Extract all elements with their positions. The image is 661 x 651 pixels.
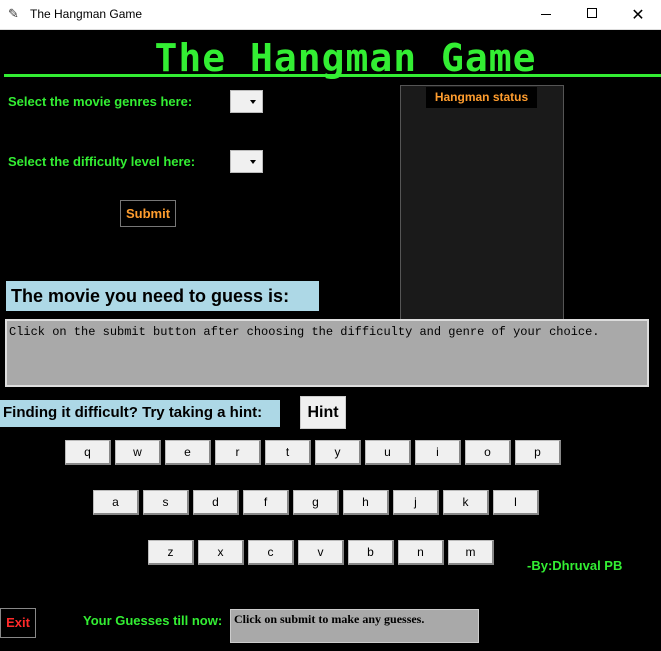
hint-button[interactable]: Hint (300, 396, 346, 429)
key-c[interactable]: c (248, 540, 294, 565)
window-title: The Hangman Game (30, 7, 143, 21)
key-f[interactable]: f (243, 490, 289, 515)
chevron-down-icon (250, 160, 256, 164)
guess-heading: The movie you need to guess is: (6, 281, 319, 311)
genre-label: Select the movie genres here: (8, 94, 193, 109)
key-e[interactable]: e (165, 440, 211, 465)
submit-button[interactable]: Submit (120, 200, 176, 227)
key-x[interactable]: x (198, 540, 244, 565)
minimize-button[interactable] (523, 0, 569, 30)
key-n[interactable]: n (398, 540, 444, 565)
author-credit: -By:Dhruval PB (527, 558, 623, 573)
maximize-icon (587, 8, 597, 18)
difficulty-label: Select the difficulty level here: (8, 154, 196, 169)
close-window-button[interactable]: ✕ (615, 0, 661, 30)
key-j[interactable]: j (393, 490, 439, 515)
key-m[interactable]: m (448, 540, 494, 565)
window-titlebar: ✎ The Hangman Game ✕ (0, 0, 661, 30)
key-k[interactable]: k (443, 490, 489, 515)
feather-icon: ✎ (8, 7, 19, 22)
key-a[interactable]: a (93, 490, 139, 515)
difficulty-dropdown[interactable] (230, 150, 263, 173)
hangman-status-panel (400, 85, 564, 351)
game-canvas: The Hangman Game Select the movie genres… (0, 30, 661, 651)
movie-display-box: Click on the submit button after choosin… (5, 319, 649, 387)
chevron-down-icon (250, 100, 256, 104)
key-y[interactable]: y (315, 440, 361, 465)
close-icon: ✕ (631, 5, 645, 24)
key-r[interactable]: r (215, 440, 261, 465)
key-s[interactable]: s (143, 490, 189, 515)
key-l[interactable]: l (493, 490, 539, 515)
key-h[interactable]: h (343, 490, 389, 515)
key-d[interactable]: d (193, 490, 239, 515)
key-p[interactable]: p (515, 440, 561, 465)
minimize-icon (541, 13, 551, 15)
hint-prompt: Finding it difficult? Try taking a hint: (0, 400, 280, 427)
hangman-status-label: Hangman status (426, 87, 537, 108)
key-o[interactable]: o (465, 440, 511, 465)
title-divider (4, 74, 661, 77)
key-b[interactable]: b (348, 540, 394, 565)
key-w[interactable]: w (115, 440, 161, 465)
key-i[interactable]: i (415, 440, 461, 465)
key-u[interactable]: u (365, 440, 411, 465)
exit-button[interactable]: Exit (0, 608, 36, 638)
guesses-label: Your Guesses till now: (83, 613, 223, 628)
key-q[interactable]: q (65, 440, 111, 465)
maximize-button[interactable] (569, 0, 615, 30)
key-v[interactable]: v (298, 540, 344, 565)
key-t[interactable]: t (265, 440, 311, 465)
guesses-display: Click on submit to make any guesses. (230, 609, 479, 643)
key-z[interactable]: z (148, 540, 194, 565)
key-g[interactable]: g (293, 490, 339, 515)
genre-dropdown[interactable] (230, 90, 263, 113)
